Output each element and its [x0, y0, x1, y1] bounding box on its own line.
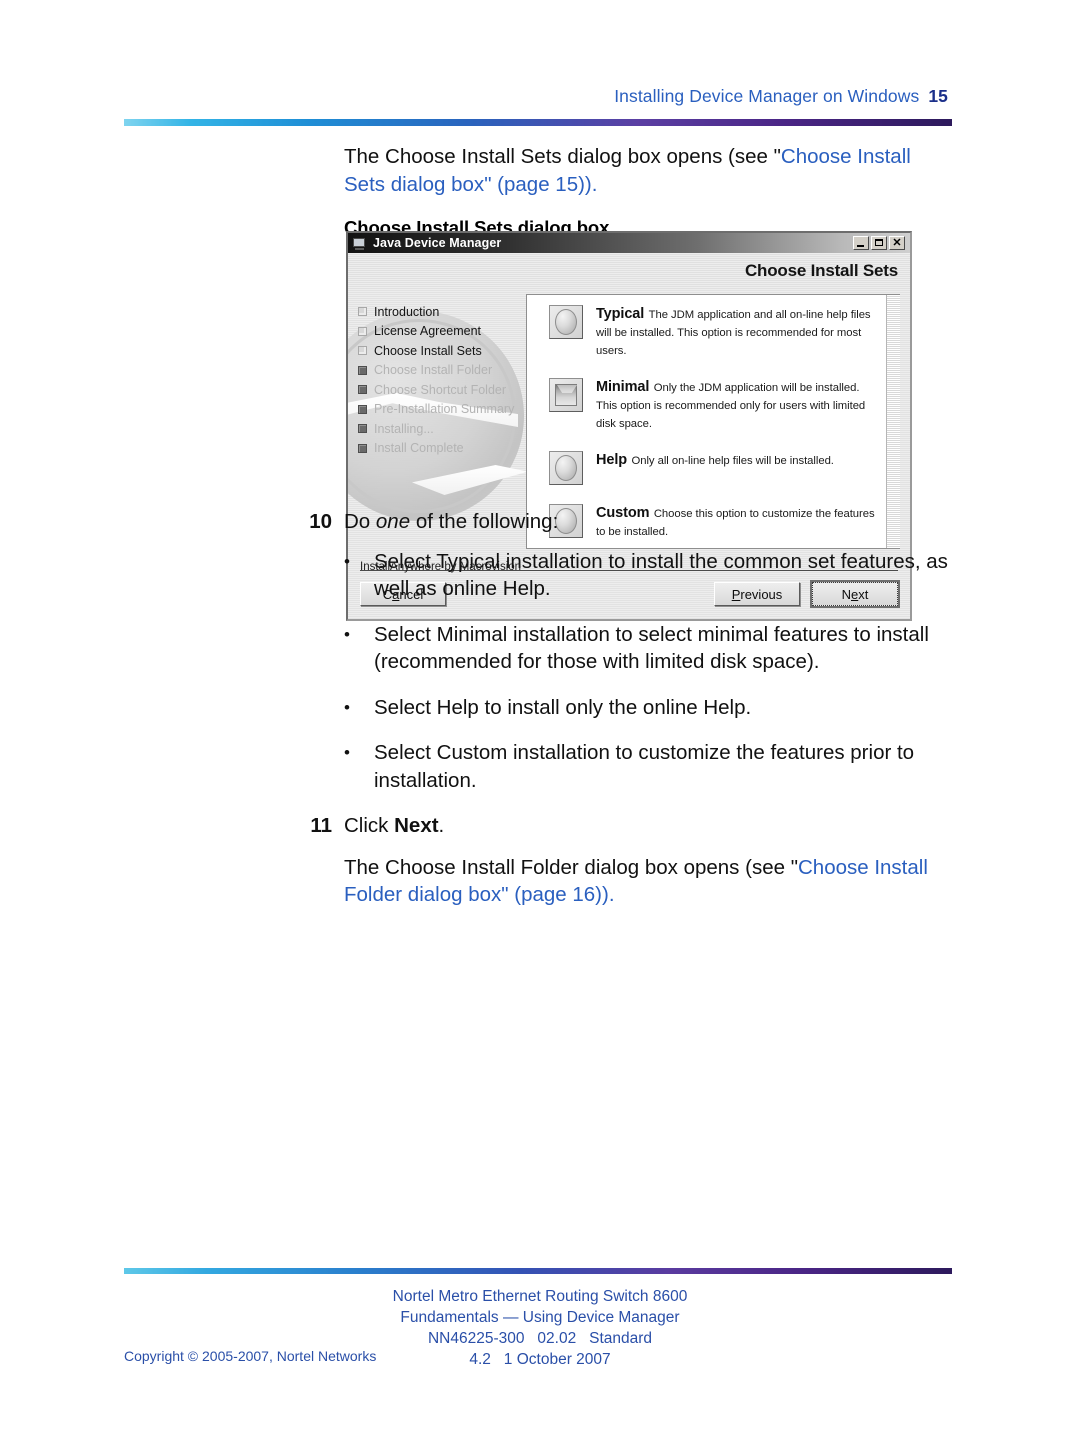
- step-10-text-pre: Do: [344, 510, 376, 533]
- install-option-help[interactable]: Help Only all on-line help files will be…: [549, 451, 880, 485]
- install-option-minimal[interactable]: Minimal Only the JDM application will be…: [549, 378, 880, 432]
- sidebar-item-introduction: Introduction: [358, 302, 526, 322]
- dialog-window-title: Java Device Manager: [373, 236, 502, 250]
- header-title-text: Installing Device Manager on Windows: [614, 86, 920, 106]
- sidebar-item-choose-install-sets: Choose Install Sets: [358, 341, 526, 361]
- bullet-icon: •: [344, 697, 350, 717]
- step-marker-icon: [358, 365, 367, 375]
- closing-text-after: " (page 16)).: [501, 883, 615, 906]
- installer-step-list: Introduction License Agreement Choose In…: [348, 289, 526, 458]
- step-marker-icon: [358, 307, 367, 317]
- window-controls: ✕: [853, 236, 907, 250]
- step-marker-icon: [358, 326, 367, 336]
- header-rule: [124, 119, 952, 126]
- bullet-text: Select Typical installation to install t…: [374, 549, 948, 601]
- step-11-number: 11: [310, 814, 332, 837]
- step-11-bold: Next: [394, 814, 439, 837]
- sidebar-item-label: Introduction: [374, 304, 440, 319]
- footer-docnumber-line: NN46225-300 02.02 Standard: [427, 1330, 653, 1347]
- sidebar-item-label: Choose Install Sets: [374, 343, 482, 358]
- option-title: Minimal: [596, 379, 650, 395]
- intro-text-after: " (page 15)).: [484, 172, 598, 196]
- list-item: • Select Custom installation to customiz…: [0, 739, 1080, 794]
- list-item: • Select Minimal installation to select …: [0, 621, 1080, 676]
- bullet-icon: •: [344, 624, 350, 644]
- page-number: 15: [928, 86, 948, 106]
- bullet-text: Select Help to install only the online H…: [374, 695, 752, 719]
- close-icon[interactable]: ✕: [889, 236, 905, 250]
- dialog-heading-bar: Choose Install Sets: [348, 253, 910, 289]
- step-11-text-pre: Click: [344, 814, 395, 837]
- main-content: The Choose Install Sets dialog box opens…: [0, 143, 1080, 621]
- step-10-text-post: of the following:: [410, 510, 559, 533]
- sidebar-item-label: Pre-Installation Summary: [374, 402, 515, 417]
- bullet-text: Select Custom installation to customize …: [374, 741, 915, 792]
- footer-product-line: Nortel Metro Ethernet Routing Switch 860…: [392, 1288, 688, 1305]
- list-item: • Select Help to install only the online…: [0, 694, 1080, 722]
- option-title: Typical: [596, 306, 645, 322]
- option-description: Only all on-line help files will be inst…: [631, 455, 834, 467]
- maximize-icon[interactable]: [871, 236, 887, 250]
- footer-document-line: Fundamentals — Using Device Manager: [400, 1309, 680, 1326]
- closing-paragraph: The Choose Install Folder dialog box ope…: [0, 854, 1080, 909]
- step-marker-icon: [358, 404, 367, 414]
- bullet-text: Select Minimal installation to select mi…: [374, 622, 929, 674]
- sidebar-item-label: License Agreement: [374, 324, 482, 339]
- sidebar-item-label: Install Complete: [374, 441, 464, 456]
- sidebar-item-label: Installing...: [374, 421, 434, 436]
- step-10-number: 10: [309, 510, 332, 533]
- step-marker-icon: [358, 346, 367, 356]
- copyright-notice: Copyright © 2005-2007, Nortel Networks: [124, 1348, 377, 1364]
- step-marker-icon: [358, 443, 367, 453]
- step-11-text-post: .: [438, 814, 445, 837]
- step-10: 10 Do one of the following:: [0, 508, 1080, 536]
- procedure-steps: 10 Do one of the following: • Select Typ…: [0, 508, 1080, 909]
- sidebar-item-license-agreement: License Agreement: [358, 322, 526, 342]
- footer-rule: [124, 1268, 952, 1274]
- sidebar-item-install-complete: Install Complete: [358, 439, 526, 459]
- step-10-text: Do one of the following:: [344, 508, 1080, 536]
- sidebar-item-choose-install-folder: Choose Install Folder: [358, 361, 526, 381]
- sidebar-item-pre-installation-summary: Pre-Installation Summary: [358, 400, 526, 420]
- install-option-typical[interactable]: Typical The JDM application and all on-l…: [549, 305, 880, 359]
- step-11: 11 Click Next.: [0, 812, 1080, 840]
- sphere-icon: [549, 305, 583, 339]
- sidebar-item-installing: Installing...: [358, 419, 526, 439]
- step-marker-icon: [358, 385, 367, 395]
- bullet-icon: •: [344, 743, 350, 762]
- installanywhere-brand: InstallAnywhere by Macrovision: [360, 561, 522, 573]
- sidebar-item-label: Choose Install Folder: [374, 363, 493, 378]
- step-10-emphasis: one: [375, 510, 411, 533]
- step-marker-icon: [358, 424, 367, 434]
- closing-text-before: The Choose Install Folder dialog box ope…: [344, 855, 798, 879]
- dialog-titlebar: Java Device Manager ✕: [348, 233, 910, 253]
- cube-icon: [549, 378, 583, 412]
- sidebar-item-choose-shortcut-folder: Choose Shortcut Folder: [358, 380, 526, 400]
- dialog-heading: Choose Install Sets: [744, 261, 898, 280]
- option-title: Help: [596, 452, 628, 468]
- step-10-bullet-list: • Select Typical installation to install…: [0, 548, 1080, 795]
- device-manager-icon: [353, 237, 367, 250]
- running-header: Installing Device Manager on Windows 15: [0, 86, 1080, 107]
- intro-paragraph: The Choose Install Sets dialog box opens…: [0, 143, 1080, 198]
- page-header: Installing Device Manager on Windows 15: [0, 86, 1080, 126]
- minimize-icon[interactable]: [853, 236, 869, 250]
- sidebar-item-label: Choose Shortcut Folder: [374, 382, 507, 397]
- sphere-icon: [549, 451, 583, 485]
- bullet-icon: •: [344, 551, 350, 571]
- list-item: • Select Typical installation to install…: [0, 548, 1080, 603]
- step-11-text: Click Next.: [344, 812, 1080, 840]
- intro-text-before: The Choose Install Sets dialog box opens…: [344, 145, 781, 168]
